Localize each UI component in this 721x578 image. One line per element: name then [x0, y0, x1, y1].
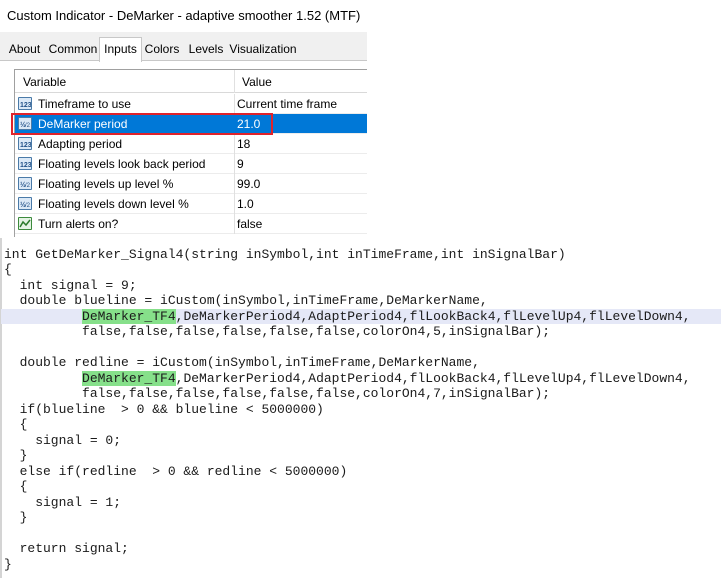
double-icon: ½/2	[18, 117, 32, 130]
column-header-value[interactable]: Value	[242, 75, 272, 89]
integer-icon: 123	[18, 137, 32, 150]
column-divider	[234, 174, 235, 194]
input-value[interactable]: 99.0	[237, 177, 260, 191]
input-row-timeframe[interactable]: 123 Timeframe to use Current time frame	[15, 94, 367, 114]
double-icon: ½/2	[18, 177, 32, 190]
svg-text:/2: /2	[25, 123, 31, 129]
code-line: else if(redline > 0 && redline < 5000000…	[4, 464, 348, 479]
integer-icon: 123	[18, 157, 32, 170]
code-line: return signal;	[4, 541, 129, 556]
input-name: Timeframe to use	[38, 97, 131, 111]
double-icon: ½/2	[18, 197, 32, 210]
inputs-grid: Variable Value 123 Timeframe to use Curr…	[14, 69, 367, 237]
code-fragment: ,DeMarkerPeriod4,AdaptPeriod4,flLookBack…	[175, 309, 691, 324]
svg-text:/2: /2	[25, 183, 31, 189]
svg-text:123: 123	[20, 142, 31, 149]
code-line: }	[4, 510, 28, 525]
code-line: }	[4, 448, 28, 463]
code-line: int signal = 9;	[4, 278, 137, 293]
tab-colors[interactable]: Colors	[143, 40, 181, 60]
code-line: if(blueline > 0 && blueline < 5000000)	[4, 402, 324, 417]
code-line: false,false,false,false,false,false,colo…	[4, 324, 551, 339]
code-line: double redline = iCustom(inSymbol,inTime…	[4, 355, 480, 370]
code-line: {	[4, 262, 12, 277]
input-name: Adapting period	[38, 137, 123, 151]
column-divider	[234, 114, 235, 134]
column-divider	[234, 94, 235, 114]
code-line: {	[4, 417, 28, 432]
highlighted-token: DeMarker_TF4	[82, 371, 176, 386]
indicator-dialog: Custom Indicator - DeMarker - adaptive s…	[0, 0, 367, 237]
tab-visualization[interactable]: Visualization	[228, 40, 298, 60]
input-value[interactable]: Current time frame	[237, 97, 337, 111]
code-line-highlighted: DeMarker_TF4,DeMarkerPeriod4,AdaptPeriod…	[1, 309, 721, 324]
column-divider	[234, 134, 235, 154]
svg-text:123: 123	[20, 162, 31, 169]
tab-about[interactable]: About	[4, 40, 45, 60]
input-name: DeMarker period	[38, 117, 128, 131]
input-row-demarker-period[interactable]: ½/2 DeMarker period 21.0	[15, 114, 367, 134]
integer-icon: 123	[18, 97, 32, 110]
code-line: signal = 0;	[4, 433, 122, 448]
input-name: Floating levels up level %	[38, 177, 174, 191]
code-editor: int GetDeMarker_Signal4(string inSymbol,…	[0, 238, 721, 578]
code-line: DeMarker_TF4,DeMarkerPeriod4,AdaptPeriod…	[4, 371, 691, 386]
input-value[interactable]: false	[237, 217, 262, 231]
tab-strip: About Common Inputs Colors Levels Visual…	[0, 37, 367, 62]
code-line: }	[4, 557, 12, 572]
input-name: Floating levels look back period	[38, 157, 206, 171]
bool-icon	[18, 217, 32, 230]
code-line: double blueline = iCustom(inSymbol,inTim…	[4, 293, 488, 308]
input-row-up-level[interactable]: ½/2 Floating levels up level % 99.0	[15, 174, 367, 194]
svg-text:123: 123	[20, 102, 31, 109]
tab-inputs[interactable]: Inputs	[99, 37, 142, 62]
column-header-variable[interactable]: Variable	[23, 75, 66, 89]
input-row-look-back-period[interactable]: 123 Floating levels look back period 9	[15, 154, 367, 174]
title-bar: Custom Indicator - DeMarker - adaptive s…	[0, 0, 367, 32]
column-divider	[234, 194, 235, 214]
input-row-alerts[interactable]: Turn alerts on? false	[15, 214, 367, 234]
editor-gutter	[1, 238, 2, 578]
column-divider	[234, 214, 235, 234]
column-divider	[234, 154, 235, 174]
input-name: Floating levels down level %	[38, 197, 189, 211]
input-value[interactable]: 18	[237, 137, 250, 151]
input-name: Turn alerts on?	[38, 217, 119, 231]
svg-text:/2: /2	[25, 203, 31, 209]
code-line: {	[4, 479, 28, 494]
grid-header: Variable Value	[15, 70, 367, 93]
code-line: int GetDeMarker_Signal4(string inSymbol,…	[4, 247, 566, 262]
input-row-adapting-period[interactable]: 123 Adapting period 18	[15, 134, 367, 154]
code-line: false,false,false,false,false,false,colo…	[4, 386, 551, 401]
tab-common[interactable]: Common	[47, 40, 99, 60]
code-line: signal = 1;	[4, 495, 122, 510]
column-divider[interactable]	[234, 70, 235, 93]
code-fragment: ,DeMarkerPeriod4,AdaptPeriod4,flLookBack…	[175, 371, 691, 386]
input-value[interactable]: 21.0	[237, 117, 260, 131]
window-title: Custom Indicator - DeMarker - adaptive s…	[7, 8, 361, 23]
input-value[interactable]: 1.0	[237, 197, 254, 211]
tab-levels[interactable]: Levels	[185, 40, 227, 60]
input-value[interactable]: 9	[237, 157, 244, 171]
input-row-down-level[interactable]: ½/2 Floating levels down level % 1.0	[15, 194, 367, 214]
highlighted-token: DeMarker_TF4	[82, 309, 176, 324]
